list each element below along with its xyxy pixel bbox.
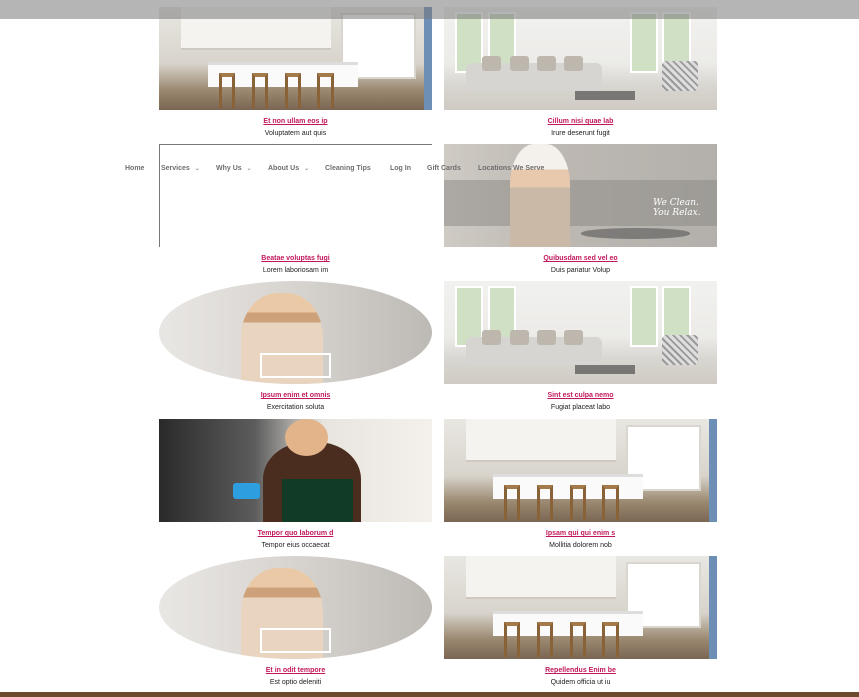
- gallery-card: Tempor quo laborum d Tempor eius occaeca…: [159, 419, 432, 551]
- nav-item-gift-cards[interactable]: Gift Cards: [427, 163, 461, 175]
- nav-item-services[interactable]: Services ⌄: [161, 163, 200, 175]
- nav-item-about-us[interactable]: About Us ⌄: [268, 163, 309, 175]
- card-caption: Ipsam qui qui enim s Mollitia dolorem no…: [444, 529, 717, 551]
- card-caption: Tempor quo laborum d Tempor eius occaeca…: [159, 529, 432, 551]
- card-title-link[interactable]: Quibusdam sed vel eo: [444, 254, 717, 264]
- gallery-card: Ipsam qui qui enim s Mollitia dolorem no…: [444, 419, 717, 551]
- nav-label: Cleaning Tips: [325, 165, 371, 172]
- main-nav: Home Services ⌄ Why Us ⌄ About Us ⌄ Cleaning…: [0, 163, 859, 177]
- card-subtitle: Lorem laboriosam im: [262, 267, 329, 274]
- card-subtitle: Est optio deleniti: [269, 679, 322, 686]
- card-image-cleaner-laptop[interactable]: [159, 281, 432, 384]
- chevron-down-icon: ⌄: [304, 166, 310, 172]
- card-caption: Sint est culpa nemo Fugiat placeat labo: [444, 391, 717, 413]
- nav-label: Home: [125, 165, 145, 172]
- gallery-card: Et in odit tempore Est optio deleniti: [159, 556, 432, 688]
- card-caption: Quibusdam sed vel eo Duis pariatur Volup: [444, 254, 717, 276]
- card-title-link[interactable]: Sint est culpa nemo: [444, 391, 717, 401]
- card-subtitle: Fugiat placeat labo: [550, 404, 611, 411]
- nav-label: About Us: [268, 165, 300, 172]
- chevron-down-icon: ⌄: [194, 166, 200, 172]
- card-title-link[interactable]: Et in odit tempore: [159, 666, 432, 676]
- nav-item-locations-we-serve[interactable]: Locations We Serve: [478, 163, 544, 175]
- card-image-kitchen[interactable]: [444, 556, 717, 659]
- gallery-card: Et non ullam eos ip Voluptatem aut quis: [159, 7, 432, 139]
- top-overlay-bar: [0, 0, 859, 19]
- card-image-living-room[interactable]: [444, 281, 717, 384]
- card-caption: Repellendus Enim be Quidem officia ut iu: [444, 666, 717, 688]
- card-title-link[interactable]: Ipsum enim et omnis: [159, 391, 432, 401]
- card-subtitle: Mollitia dolorem nob: [549, 542, 612, 549]
- card-subtitle: Quidem officia ut iu: [550, 679, 611, 686]
- card-image-living-room[interactable]: [444, 7, 717, 110]
- gallery-card: Cillum nisi quae lab Irure deserunt fugi…: [444, 7, 717, 139]
- footer-bar: [0, 692, 859, 697]
- nav-label: Log In: [390, 165, 411, 172]
- card-title-link[interactable]: Ipsam qui qui enim s: [444, 529, 717, 539]
- card-subtitle: Exercitation soluta: [266, 404, 325, 411]
- chevron-down-icon: ⌄: [246, 166, 252, 172]
- card-image-kitchen[interactable]: [444, 419, 717, 522]
- card-caption: Et non ullam eos ip Voluptatem aut quis: [159, 117, 432, 139]
- card-subtitle: Irure deserunt fugit: [551, 130, 610, 137]
- card-caption: Beatae voluptas fugi Lorem laboriosam im: [159, 254, 432, 276]
- card-subtitle: Voluptatem aut quis: [264, 130, 327, 137]
- nav-item-why-us[interactable]: Why Us ⌄: [216, 163, 252, 175]
- nav-label: Services: [161, 165, 190, 172]
- nav-label: Gift Cards: [427, 165, 461, 172]
- card-title-link[interactable]: Repellendus Enim be: [444, 666, 717, 676]
- card-title-link[interactable]: Et non ullam eos ip: [159, 117, 432, 127]
- gallery-card: Ipsum enim et omnis Exercitation soluta: [159, 281, 432, 413]
- gallery-card: Repellendus Enim be Quidem officia ut iu: [444, 556, 717, 688]
- card-caption: Ipsum enim et omnis Exercitation soluta: [159, 391, 432, 413]
- card-image-spa-relax[interactable]: We Clean. You Relax.: [444, 144, 717, 247]
- card-title-link[interactable]: Cillum nisi quae lab: [444, 117, 717, 127]
- card-subtitle: Duis pariatur Volup: [550, 267, 611, 274]
- nav-label: Locations We Serve: [478, 165, 545, 172]
- card-caption: Et in odit tempore Est optio deleniti: [159, 666, 432, 688]
- nav-item-log-in[interactable]: Log In: [390, 163, 411, 175]
- nav-item-home[interactable]: Home: [125, 163, 144, 175]
- card-subtitle: Tempor eius occaecat: [261, 542, 330, 549]
- card-image-maid-spraying[interactable]: [159, 419, 432, 522]
- card-title-link[interactable]: Beatae voluptas fugi: [159, 254, 432, 264]
- nav-label: Why Us: [216, 165, 242, 172]
- card-caption: Cillum nisi quae lab Irure deserunt fugi…: [444, 117, 717, 139]
- gallery-card: Sint est culpa nemo Fugiat placeat labo: [444, 281, 717, 413]
- promo-text: We Clean. You Relax.: [653, 197, 701, 218]
- card-image-blank[interactable]: [159, 144, 432, 247]
- nav-item-cleaning-tips[interactable]: Cleaning Tips: [325, 163, 371, 175]
- card-title-link[interactable]: Tempor quo laborum d: [159, 529, 432, 539]
- card-image-cleaner-laptop[interactable]: [159, 556, 432, 659]
- card-image-kitchen[interactable]: [159, 7, 432, 110]
